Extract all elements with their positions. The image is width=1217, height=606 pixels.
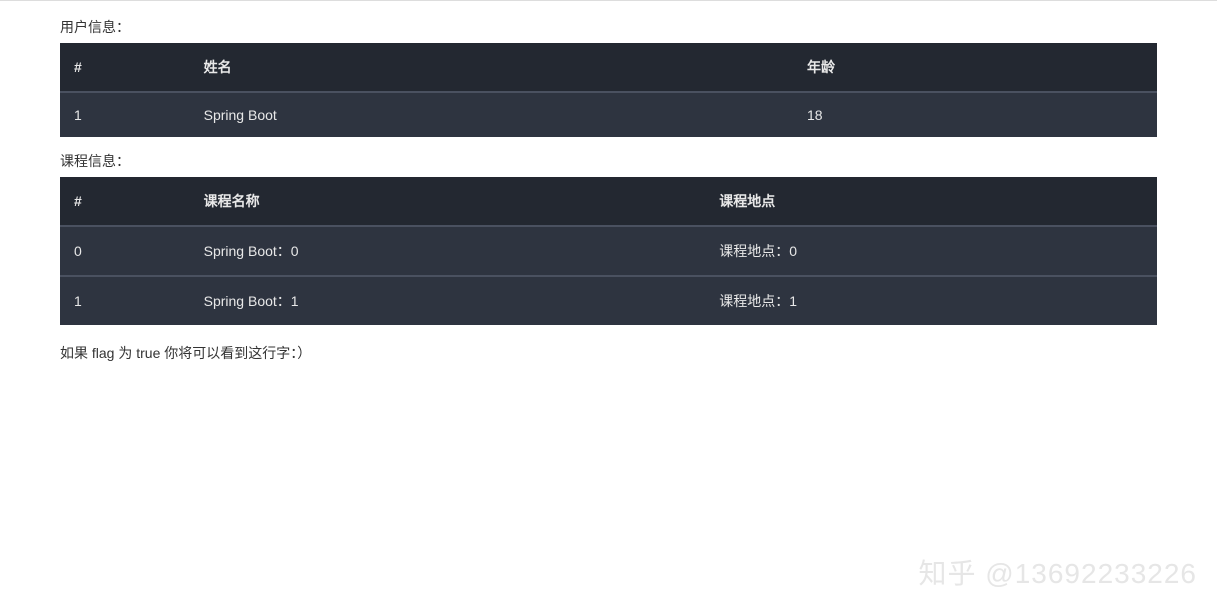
course-table-header-row: # 课程名称 课程地点	[60, 177, 1157, 226]
course-cell-cloc: 课程地点：0	[707, 226, 1157, 276]
user-cell-name: Spring Boot	[192, 92, 795, 137]
course-cell-cname: Spring Boot：0	[192, 226, 708, 276]
user-header-age: 年龄	[795, 43, 1157, 92]
course-section-title: 课程信息：	[60, 151, 1157, 171]
course-cell-idx: 1	[60, 276, 192, 325]
course-cell-idx: 0	[60, 226, 192, 276]
table-row: 0 Spring Boot：0 课程地点：0	[60, 226, 1157, 276]
user-cell-idx: 1	[60, 92, 192, 137]
user-section-title: 用户信息：	[60, 17, 1157, 37]
course-cell-cname: Spring Boot：1	[192, 276, 708, 325]
user-header-name: 姓名	[192, 43, 795, 92]
table-row: 1 Spring Boot 18	[60, 92, 1157, 137]
flag-conditional-text: 如果 flag 为 true 你将可以看到这行字：）	[60, 343, 1157, 363]
table-row: 1 Spring Boot：1 课程地点：1	[60, 276, 1157, 325]
user-header-idx: #	[60, 43, 192, 92]
course-table: # 课程名称 课程地点 0 Spring Boot：0 课程地点：0 1 Spr…	[60, 177, 1157, 325]
course-header-cloc: 课程地点	[707, 177, 1157, 226]
user-table-header-row: # 姓名 年龄	[60, 43, 1157, 92]
watermark: 知乎 @13692233226	[919, 552, 1198, 592]
user-table: # 姓名 年龄 1 Spring Boot 18	[60, 43, 1157, 137]
page-container: 用户信息： # 姓名 年龄 1 Spring Boot 18 课程信息： # 课…	[0, 0, 1217, 363]
user-cell-age: 18	[795, 92, 1157, 137]
course-header-cname: 课程名称	[192, 177, 708, 226]
course-header-idx: #	[60, 177, 192, 226]
course-cell-cloc: 课程地点：1	[707, 276, 1157, 325]
